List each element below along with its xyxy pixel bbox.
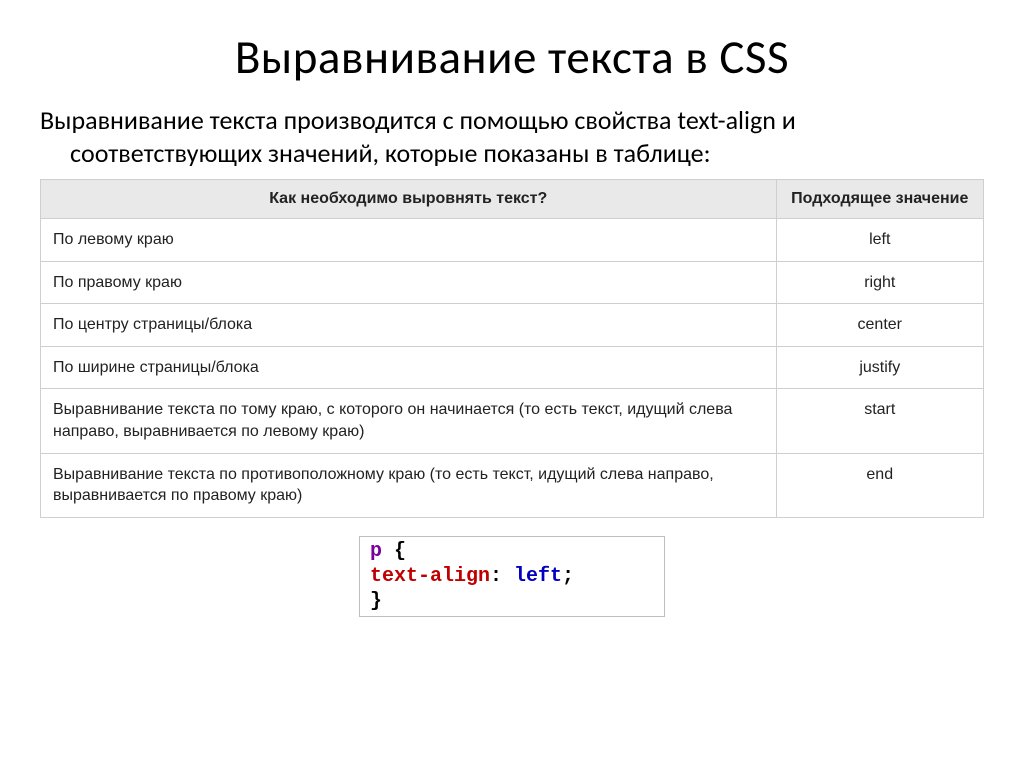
table-header-row: Как необходимо выровнять текст? Подходящ… <box>41 180 984 219</box>
cell-value: right <box>776 261 983 304</box>
code-selector: p <box>370 540 382 563</box>
table-row: По центру страницы/блока center <box>41 304 984 347</box>
slide: Выравнивание текста в CSS Выравнивание т… <box>0 0 1024 767</box>
code-close-brace: } <box>370 590 382 613</box>
table-row: По левому краю left <box>41 219 984 262</box>
cell-value: justify <box>776 346 983 389</box>
cell-description: По правому краю <box>41 261 777 304</box>
table-row: Выравнивание текста по тому краю, с кото… <box>41 389 984 453</box>
header-description: Как необходимо выровнять текст? <box>41 180 777 219</box>
cell-description: По центру страницы/блока <box>41 304 777 347</box>
code-example-container: p { text-align: left; } <box>40 536 984 617</box>
code-example: p { text-align: left; } <box>359 536 665 617</box>
slide-title: Выравнивание текста в CSS <box>40 28 984 86</box>
cell-value: center <box>776 304 983 347</box>
table-row: По правому краю right <box>41 261 984 304</box>
text-align-values-table: Как необходимо выровнять текст? Подходящ… <box>40 179 984 518</box>
table-row: По ширине страницы/блока justify <box>41 346 984 389</box>
code-open-brace: { <box>382 540 406 563</box>
cell-value: left <box>776 219 983 262</box>
code-colon: : <box>490 565 514 588</box>
header-value: Подходящее значение <box>776 180 983 219</box>
code-value: left <box>514 565 562 588</box>
cell-value: start <box>776 389 983 453</box>
cell-description: Выравнивание текста по тому краю, с кото… <box>41 389 777 453</box>
cell-description: Выравнивание текста по противоположному … <box>41 453 777 517</box>
code-property: text-align <box>370 565 490 588</box>
code-semicolon: ; <box>562 565 574 588</box>
cell-description: По левому краю <box>41 219 777 262</box>
table-row: Выравнивание текста по противоположному … <box>41 453 984 517</box>
cell-value: end <box>776 453 983 517</box>
intro-paragraph: Выравнивание текста производится с помощ… <box>40 104 984 169</box>
cell-description: По ширине страницы/блока <box>41 346 777 389</box>
